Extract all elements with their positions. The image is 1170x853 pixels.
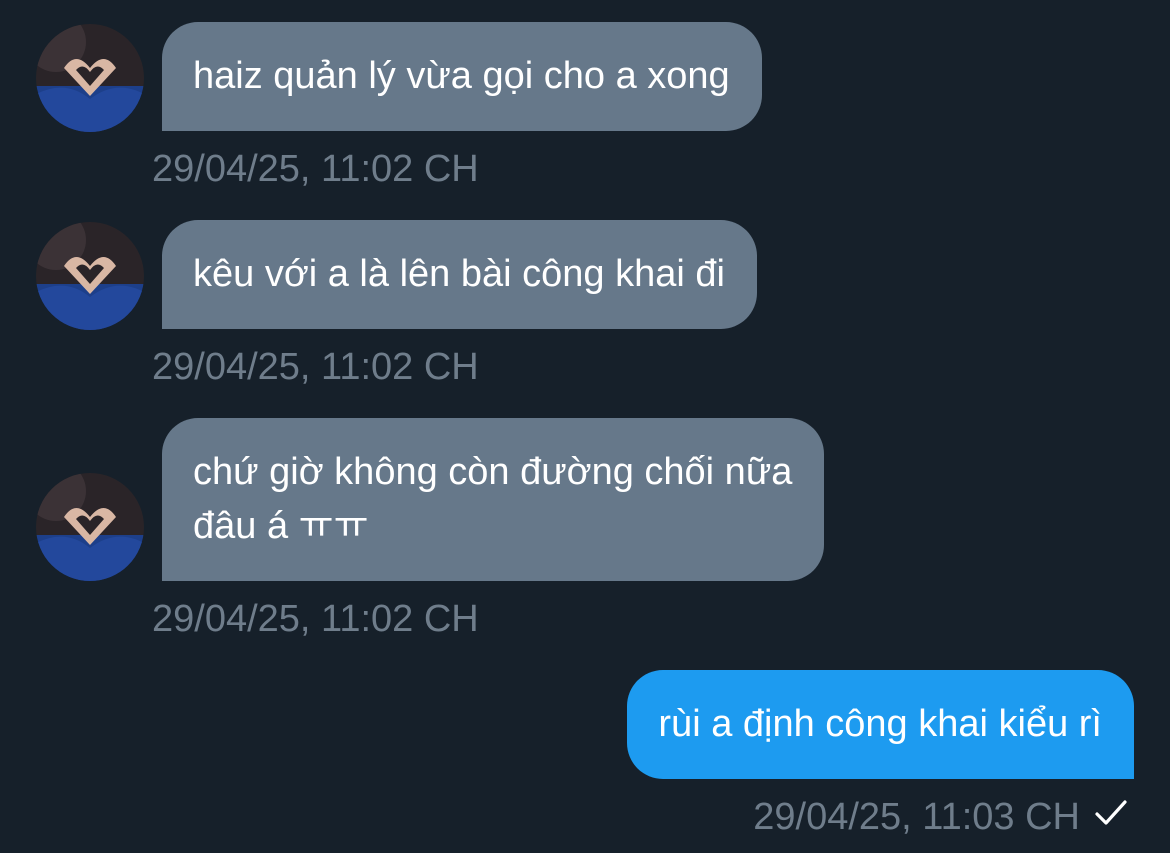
- message-timestamp: 29/04/25, 11:02 CH: [152, 346, 479, 388]
- sender-avatar[interactable]: [36, 473, 144, 581]
- message-bubble-outgoing[interactable]: rùi a định công khai kiểu rì: [627, 670, 1134, 779]
- message-timestamp: 29/04/25, 11:02 CH: [152, 598, 479, 640]
- message-text: kêu với a là lên bài công khai đi: [193, 253, 725, 295]
- sender-avatar[interactable]: [36, 24, 144, 132]
- message-bubble-incoming[interactable]: kêu với a là lên bài công khai đi: [162, 220, 757, 329]
- check-icon: [1094, 794, 1128, 838]
- message-timestamp-row: 29/04/25, 11:03 CH: [753, 795, 1128, 839]
- message-thread: haiz quản lý vừa gọi cho a xong 29/04/25…: [0, 0, 1170, 853]
- message-timestamp: 29/04/25, 11:02 CH: [152, 148, 479, 190]
- message-text-line: chứ giờ không còn đường chối nữa: [193, 451, 793, 493]
- message-bubble-incoming[interactable]: chứ giờ không còn đường chối nữa đâu á ㅠ…: [162, 418, 825, 581]
- message-timestamp: 29/04/25, 11:03 CH: [753, 796, 1080, 838]
- message-bubble-incoming[interactable]: haiz quản lý vừa gọi cho a xong: [162, 22, 762, 131]
- sender-avatar[interactable]: [36, 222, 144, 330]
- message-text: rùi a định công khai kiểu rì: [658, 703, 1102, 745]
- message-text: haiz quản lý vừa gọi cho a xong: [193, 55, 730, 97]
- message-text-line: đâu á ㅠㅠ: [193, 505, 369, 547]
